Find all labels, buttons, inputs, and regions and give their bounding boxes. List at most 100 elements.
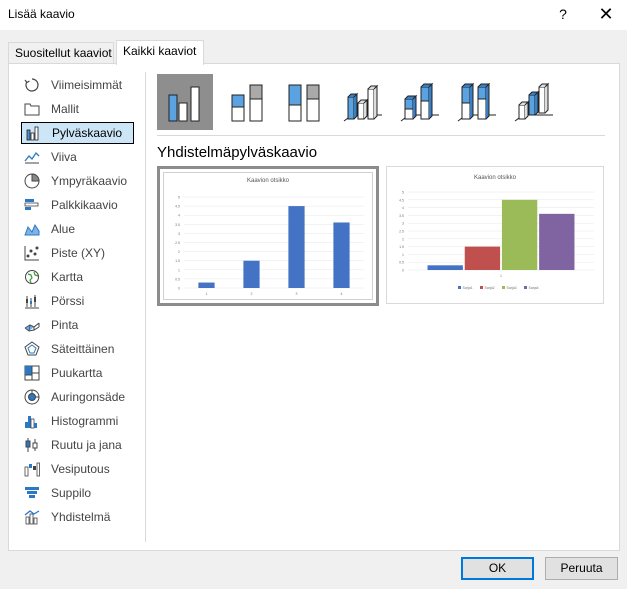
y-tick-label: 4.5 xyxy=(175,205,180,209)
subtype-3d-100-stacked-column[interactable] xyxy=(448,74,504,130)
legend-swatch xyxy=(502,286,505,289)
3d-clustered-column-icon xyxy=(340,79,384,126)
chart-2-svg: 0 0.5 1 1.5 2 2.5 3 3.5 4 4.5 5 1 Sarja1 Sarja2 Sarja3… xyxy=(399,191,594,290)
100-stacked-column-icon xyxy=(283,79,327,126)
x-tick-label: 3 xyxy=(296,292,298,296)
chart-subtype-gallery xyxy=(157,74,607,132)
y-tick-label: 1.5 xyxy=(175,259,180,263)
sidebar-item-treemap[interactable]: Puukartta xyxy=(21,362,134,384)
combo-chart-icon xyxy=(23,508,41,526)
bar xyxy=(333,222,350,288)
y-tick-label: 0.5 xyxy=(175,277,180,281)
subtype-clustered-column[interactable] xyxy=(157,74,213,130)
chart-preview-frame: Kaavion otsikko 0 0.5 1 1.5 2 2.5 3 3.5 4 4.5 5 1 2 3… xyxy=(163,172,373,300)
clustered-column-icon xyxy=(163,79,207,126)
sidebar-item-templates[interactable]: Mallit xyxy=(21,98,134,120)
ok-button[interactable]: OK xyxy=(461,557,534,580)
sidebar-item-box-whisker[interactable]: Ruutu ja jana xyxy=(21,434,134,456)
column-chart-icon xyxy=(24,124,42,142)
bar xyxy=(198,282,215,288)
y-tick-label: 1.5 xyxy=(399,245,404,249)
sidebar-item-surface[interactable]: Pinta xyxy=(21,314,134,336)
stacked-column-icon xyxy=(226,79,270,126)
bar xyxy=(464,246,501,270)
sidebar-item-sunburst[interactable]: Auringonsäde xyxy=(21,386,134,408)
sidebar-item-area[interactable]: Alue xyxy=(21,218,134,240)
y-tick-label: 4 xyxy=(178,214,180,218)
cancel-button[interactable]: Peruuta xyxy=(545,557,618,580)
legend-swatch xyxy=(458,286,461,289)
surface-chart-icon xyxy=(23,316,41,334)
sunburst-chart-icon xyxy=(23,388,41,406)
sidebar-item-label: Pinta xyxy=(51,318,79,332)
subtype-3d-stacked-column[interactable] xyxy=(391,74,447,130)
bar xyxy=(288,206,305,288)
legend-label: Sarja1 xyxy=(463,286,473,290)
pie-chart-icon xyxy=(23,172,41,190)
sidebar-item-label: Alue xyxy=(51,222,76,236)
x-tick-label: 1 xyxy=(206,292,208,296)
help-button[interactable]: ? xyxy=(553,3,573,25)
y-tick-label: 2 xyxy=(402,237,404,241)
subtype-stacked-column[interactable] xyxy=(220,74,276,130)
dialog-panel: Viimeisimmät Mallit Pylväskaavio Viiva Y… xyxy=(8,63,620,551)
subtype-3d-clustered-column[interactable] xyxy=(334,74,390,130)
line-chart-icon xyxy=(23,148,41,166)
bar xyxy=(243,260,260,288)
sidebar-item-combo[interactable]: Yhdistelmä xyxy=(21,506,134,528)
y-tick-label: 0 xyxy=(178,287,180,291)
sidebar-item-label: Puukartta xyxy=(51,366,103,380)
subtype-3d-column[interactable] xyxy=(505,74,561,130)
gallery-divider xyxy=(157,135,605,136)
chart-preview-2[interactable]: Kaavion otsikko 0 0.5 1 1.5 2 2.5 3 3.5 4 4.5 5 1 Sa… xyxy=(386,166,604,304)
sidebar-item-radar[interactable]: Säteittäinen xyxy=(21,338,134,360)
sidebar-item-waterfall[interactable]: Vesiputous xyxy=(21,458,134,480)
sidebar-item-funnel[interactable]: Suppilo xyxy=(21,482,134,504)
chart-preview-1[interactable]: Kaavion otsikko 0 0.5 1 1.5 2 2.5 3 3.5 4 4.5 5 1 2 3… xyxy=(157,166,379,306)
sidebar-item-scatter[interactable]: Piste (XY) xyxy=(21,242,134,264)
sidebar-item-label: Viiva xyxy=(51,150,77,164)
x-tick-label: 4 xyxy=(341,292,343,296)
waterfall-chart-icon xyxy=(23,460,41,478)
sidebar-item-label: Mallit xyxy=(51,102,80,116)
sidebar-item-line[interactable]: Viiva xyxy=(21,146,134,168)
subtype-100-stacked-column[interactable] xyxy=(277,74,333,130)
close-button[interactable]: ✕ xyxy=(595,3,617,25)
y-tick-label: 1 xyxy=(178,268,180,272)
sidebar-item-pie[interactable]: Ympyräkaavio xyxy=(21,170,134,192)
legend-label: Sarja3 xyxy=(507,286,517,290)
bar xyxy=(501,199,538,270)
sidebar-item-bar[interactable]: Palkkikaavio xyxy=(21,194,134,216)
y-tick-label: 3 xyxy=(402,222,404,226)
recent-icon xyxy=(23,76,41,94)
y-tick-label: 5 xyxy=(402,191,404,195)
y-tick-label: 5 xyxy=(178,196,180,200)
y-tick-label: 0.5 xyxy=(399,261,404,265)
legend-label: Sarja2 xyxy=(485,286,495,290)
sidebar-divider xyxy=(145,72,146,542)
bar xyxy=(427,265,463,270)
sidebar-item-label: Auringonsäde xyxy=(51,390,126,404)
tab-all-charts[interactable]: Kaikki kaaviot xyxy=(116,40,204,65)
legend-swatch xyxy=(480,286,483,289)
y-tick-label: 3.5 xyxy=(399,214,404,218)
title-bar: Lisää kaavio ? ✕ xyxy=(0,0,627,30)
sidebar-item-stock[interactable]: Pörssi xyxy=(21,290,134,312)
sidebar-item-column[interactable]: Pylväskaavio xyxy=(21,122,134,144)
sidebar-item-map[interactable]: Kartta xyxy=(21,266,134,288)
funnel-chart-icon xyxy=(23,484,41,502)
sidebar-item-label: Ruutu ja jana xyxy=(51,438,122,452)
sidebar-item-label: Pörssi xyxy=(51,294,85,308)
stock-chart-icon xyxy=(23,292,41,310)
y-tick-label: 2.5 xyxy=(175,241,180,245)
radar-chart-icon xyxy=(23,340,41,358)
sidebar-item-histogram[interactable]: Histogrammi xyxy=(21,410,134,432)
x-tick-label: 2 xyxy=(251,292,253,296)
sidebar-item-label: Suppilo xyxy=(51,486,92,500)
map-chart-icon xyxy=(23,268,41,286)
histogram-chart-icon xyxy=(23,412,41,430)
subtype-title: Yhdistelmäpylväskaavio xyxy=(157,144,318,161)
sidebar-item-recent[interactable]: Viimeisimmät xyxy=(21,74,134,96)
y-tick-label: 4.5 xyxy=(399,198,404,202)
tab-recommended[interactable]: Suositellut kaaviot xyxy=(8,42,114,64)
